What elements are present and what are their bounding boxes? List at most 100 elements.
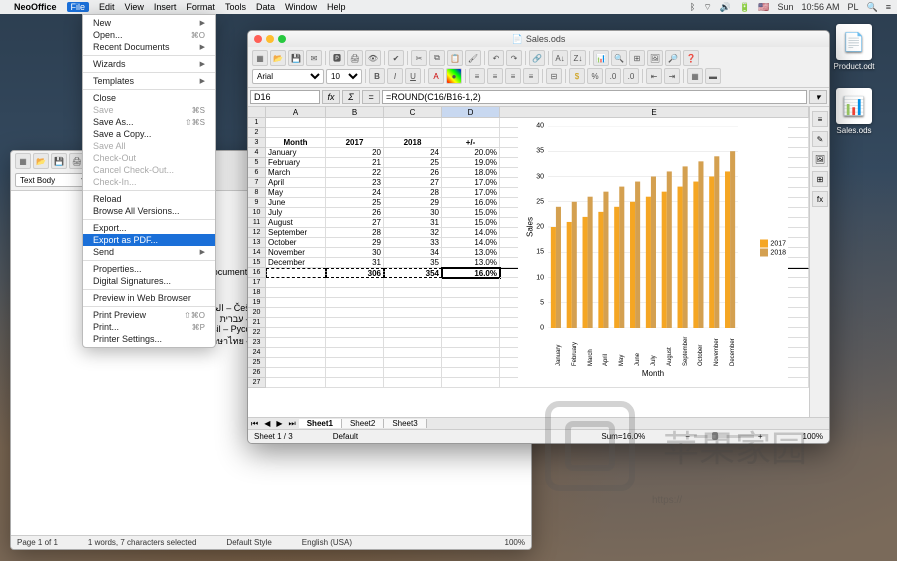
cell[interactable] — [266, 308, 326, 318]
cell[interactable] — [442, 288, 500, 298]
function-wizard-icon[interactable]: fx — [322, 90, 340, 104]
cell[interactable] — [326, 308, 384, 318]
underline-icon[interactable]: U — [405, 68, 421, 84]
cell[interactable]: 27 — [326, 218, 384, 228]
sheet-tab[interactable]: Sheet1 — [299, 419, 342, 428]
cell[interactable] — [384, 288, 442, 298]
cell[interactable]: 20 — [326, 148, 384, 158]
highlight-color-icon[interactable]: ● — [446, 68, 462, 84]
expand-formula-icon[interactable]: ▾ — [809, 90, 827, 104]
sum-icon[interactable]: Σ — [342, 90, 360, 104]
cell[interactable] — [442, 378, 500, 388]
save-icon[interactable]: 💾 — [51, 153, 67, 169]
cell[interactable] — [266, 268, 326, 278]
row-header[interactable]: 7 — [248, 178, 266, 188]
sheet-tab[interactable]: Sheet2 — [342, 419, 384, 428]
cell[interactable]: January — [266, 148, 326, 158]
font-size-select[interactable]: 10 — [326, 69, 362, 84]
undo-icon[interactable]: ↶ — [488, 50, 504, 66]
cell[interactable] — [266, 128, 326, 138]
window-titlebar[interactable]: 📄 Sales.ods — [248, 31, 829, 47]
zoom-slider[interactable]: −+ — [685, 432, 762, 441]
cell[interactable]: 34 — [384, 248, 442, 258]
column-header[interactable]: E — [500, 107, 809, 118]
cell[interactable]: June — [266, 198, 326, 208]
desktop-file-product[interactable]: 📄 Product.odt — [829, 24, 879, 71]
bg-color-icon[interactable]: ▬ — [705, 68, 721, 84]
cell[interactable] — [384, 278, 442, 288]
cell[interactable]: 15.0% — [442, 208, 500, 218]
cell[interactable]: February — [266, 158, 326, 168]
cell[interactable] — [384, 358, 442, 368]
italic-icon[interactable]: I — [387, 68, 403, 84]
column-header[interactable]: C — [384, 107, 442, 118]
battery-icon[interactable]: 🔋 — [739, 2, 750, 13]
link-icon[interactable]: 🔗 — [529, 50, 545, 66]
cell[interactable]: 22 — [326, 168, 384, 178]
cell[interactable] — [326, 288, 384, 298]
cell[interactable]: 19.0% — [442, 158, 500, 168]
cell[interactable] — [326, 278, 384, 288]
row-header[interactable]: 3 — [248, 138, 266, 148]
cell[interactable]: Month — [266, 138, 326, 148]
cell[interactable]: 16.0% — [442, 198, 500, 208]
row-header[interactable]: 20 — [248, 308, 266, 318]
align-right-icon[interactable]: ≡ — [505, 68, 521, 84]
row-header[interactable]: 23 — [248, 338, 266, 348]
cell[interactable]: 25 — [384, 158, 442, 168]
menuitem-recent-documents[interactable]: Recent Documents — [83, 41, 215, 53]
volume-icon[interactable]: 🔊 — [720, 2, 731, 13]
last-sheet-icon[interactable]: ⏭ — [286, 419, 299, 429]
cell[interactable]: 30 — [384, 208, 442, 218]
bluetooth-icon[interactable]: ᛒ — [690, 2, 695, 12]
cell[interactable] — [266, 118, 326, 128]
cell[interactable] — [500, 378, 809, 388]
paste-icon[interactable]: 📋 — [447, 50, 463, 66]
cell[interactable]: April — [266, 178, 326, 188]
wifi-icon[interactable]: ⌔ — [703, 2, 711, 13]
find-icon[interactable]: 🔍 — [611, 50, 627, 66]
row-header[interactable]: 22 — [248, 328, 266, 338]
row-header[interactable]: 5 — [248, 158, 266, 168]
cell-name-box[interactable] — [250, 90, 320, 104]
menu-file[interactable]: File — [67, 2, 90, 12]
cell[interactable] — [326, 298, 384, 308]
minimize-icon[interactable] — [266, 35, 274, 43]
maximize-icon[interactable] — [278, 35, 286, 43]
add-decimal-icon[interactable]: .0 — [605, 68, 621, 84]
cell[interactable] — [442, 358, 500, 368]
cell[interactable] — [384, 328, 442, 338]
cell[interactable]: +/- — [442, 138, 500, 148]
menuitem-close[interactable]: Close — [83, 92, 215, 104]
cell[interactable]: 14.0% — [442, 238, 500, 248]
cell[interactable] — [442, 128, 500, 138]
menu-view[interactable]: View — [125, 2, 144, 12]
cell[interactable] — [384, 378, 442, 388]
cell[interactable]: 24 — [384, 148, 442, 158]
cell[interactable] — [442, 118, 500, 128]
cell[interactable]: 15.0% — [442, 218, 500, 228]
clock-day[interactable]: Sun — [777, 2, 793, 12]
cell[interactable]: 24 — [326, 188, 384, 198]
chart-icon[interactable]: 📊 — [593, 50, 609, 66]
currency-icon[interactable]: $ — [569, 68, 585, 84]
cell[interactable] — [326, 128, 384, 138]
row-header[interactable]: 16 — [248, 268, 266, 278]
menuitem-new[interactable]: New — [83, 17, 215, 29]
cell[interactable]: 26 — [326, 208, 384, 218]
menu-insert[interactable]: Insert — [154, 2, 177, 12]
row-header[interactable]: 8 — [248, 188, 266, 198]
styles-panel-icon[interactable]: ✎ — [812, 131, 828, 147]
preview-icon[interactable]: 👁 — [365, 50, 381, 66]
cell[interactable] — [326, 118, 384, 128]
row-header[interactable]: 26 — [248, 368, 266, 378]
clock-time[interactable]: 10:56 AM — [801, 2, 839, 12]
paintbrush-icon[interactable]: 🖌 — [465, 50, 481, 66]
cell[interactable]: August — [266, 218, 326, 228]
cell[interactable] — [384, 298, 442, 308]
app-name[interactable]: NeoOffice — [14, 2, 57, 12]
row-header[interactable]: 10 — [248, 208, 266, 218]
align-justify-icon[interactable]: ≡ — [523, 68, 539, 84]
row-header[interactable]: 25 — [248, 358, 266, 368]
new-icon[interactable]: ▦ — [252, 50, 268, 66]
